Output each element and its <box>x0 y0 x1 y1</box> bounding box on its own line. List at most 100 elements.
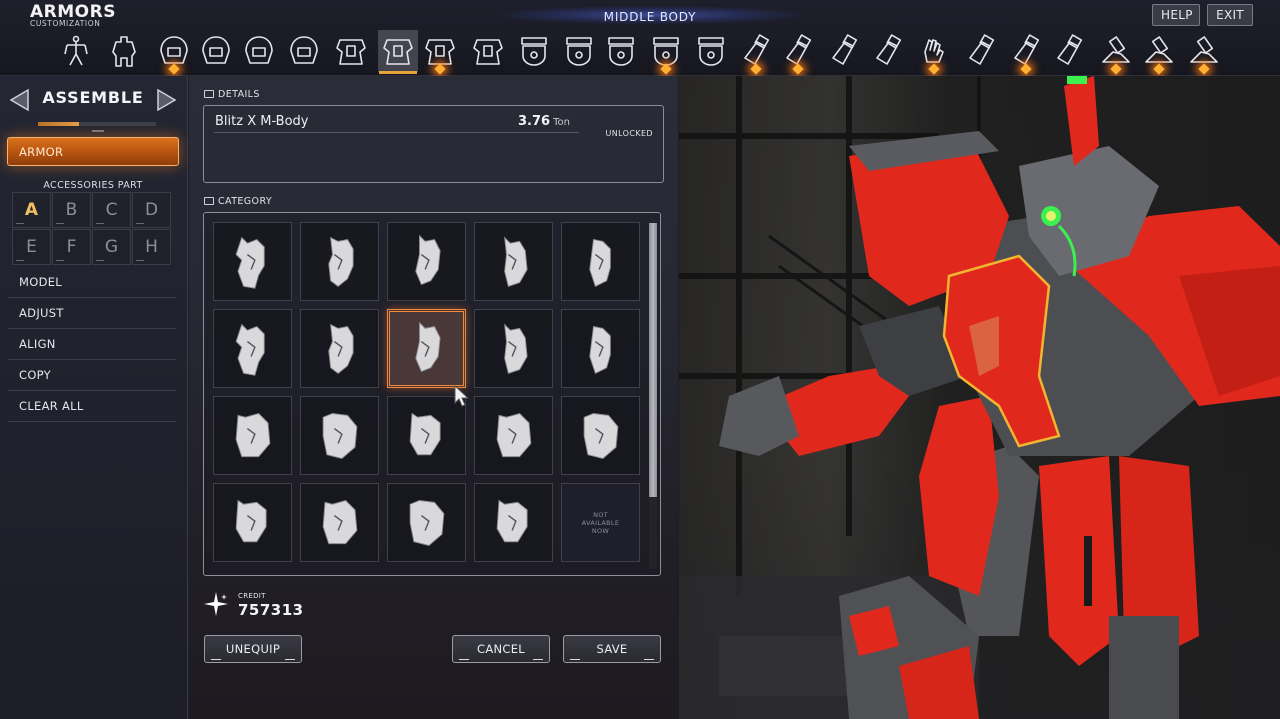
menu-item-align[interactable]: ALIGN <box>8 330 176 360</box>
accessory-letter: F <box>66 237 77 257</box>
armor-option[interactable] <box>213 222 292 301</box>
unavailable-label: NOT AVAILABLE NOW <box>581 510 620 535</box>
part-slot-waist-right[interactable] <box>646 30 686 72</box>
part-slot-upper-arm[interactable] <box>778 30 818 72</box>
accessory-letter: G <box>104 237 119 257</box>
accessory-slot-d[interactable]: D <box>132 192 171 228</box>
scrollbar-thumb[interactable] <box>649 223 657 497</box>
save-button[interactable]: SAVE <box>563 635 661 663</box>
cancel-label: CANCEL <box>476 642 525 656</box>
part-slot-middle-body[interactable] <box>378 30 418 74</box>
armor-option[interactable] <box>300 309 379 388</box>
equipped-marker-icon <box>792 64 804 74</box>
part-slot-shin[interactable] <box>1049 30 1089 72</box>
menu-item-clear-all[interactable]: CLEAR ALL <box>8 392 176 422</box>
armor-tab-button[interactable]: ARMOR <box>7 137 179 166</box>
forearm-icon <box>876 34 902 65</box>
menu-item-adjust[interactable]: ADJUST <box>8 299 176 329</box>
armor-piece-icon <box>235 412 270 457</box>
mode-label: ASSEMBLE <box>42 88 144 107</box>
armor-piece-icon <box>588 325 611 374</box>
cancel-button[interactable]: CANCEL <box>452 635 550 663</box>
part-slot-upper-body[interactable] <box>331 30 371 72</box>
mouse-cursor-icon <box>454 385 470 407</box>
armor-option[interactable] <box>213 483 292 562</box>
armor-option[interactable] <box>213 309 292 388</box>
part-slot-toe[interactable] <box>1184 30 1224 72</box>
upper-body-icon <box>336 39 366 65</box>
armor-piece-icon <box>588 238 611 287</box>
part-slot-shoulder[interactable] <box>736 30 776 72</box>
armor-piece-icon <box>327 323 354 374</box>
part-slot-waist-center[interactable] <box>601 30 641 72</box>
part-slot-forearm[interactable] <box>868 30 908 72</box>
part-slot-hand[interactable] <box>914 30 954 72</box>
menu-item-copy[interactable]: COPY <box>8 361 176 391</box>
mode-progress-bar <box>38 122 156 126</box>
armor-option[interactable] <box>474 309 553 388</box>
armor-option[interactable] <box>213 396 292 475</box>
accessory-letter: B <box>65 200 78 220</box>
accessory-slot-g[interactable]: G <box>92 229 131 265</box>
armor-piece-icon <box>503 235 528 287</box>
part-slot-neck[interactable] <box>284 30 324 72</box>
exit-button[interactable]: EXIT <box>1207 4 1253 26</box>
armor-option[interactable] <box>387 396 466 475</box>
part-slot-ankle[interactable] <box>1096 30 1136 72</box>
part-slot-foot[interactable] <box>1139 30 1179 72</box>
armor-piece-icon <box>327 236 354 287</box>
armor-option[interactable] <box>474 396 553 475</box>
category-scrollbar[interactable] <box>649 219 657 569</box>
hip-icon <box>698 37 724 66</box>
part-slot-head-mask[interactable] <box>239 30 279 72</box>
accessory-slot-f[interactable]: F <box>52 229 91 265</box>
accessory-slot-a[interactable]: A <box>12 192 51 228</box>
top-bar: ARMORS CUSTOMIZATION MIDDLE BODY HELP EX… <box>0 0 1280 76</box>
accessories-title: ACCESSORIES PART <box>43 180 143 191</box>
part-slot-waist[interactable] <box>514 30 554 72</box>
armor-option[interactable] <box>300 222 379 301</box>
accessory-slot-b[interactable]: B <box>52 192 91 228</box>
armor-option[interactable] <box>300 483 379 562</box>
unequip-button[interactable]: UNEQUIP <box>204 635 302 663</box>
part-slot-thigh[interactable] <box>961 30 1001 72</box>
accessory-letter: A <box>24 200 39 220</box>
menu-item-model[interactable]: MODEL <box>8 268 176 298</box>
part-slot-hip[interactable] <box>691 30 731 72</box>
armor-option[interactable] <box>561 309 640 388</box>
accessory-slot-e[interactable]: E <box>12 229 51 265</box>
next-mode-button[interactable] <box>154 88 178 112</box>
previous-mode-button[interactable] <box>8 88 32 112</box>
accessory-slot-c[interactable]: C <box>92 192 131 228</box>
armor-option[interactable] <box>474 222 553 301</box>
menu-item-label: CLEAR ALL <box>19 399 84 413</box>
middle-body-icon <box>383 39 413 65</box>
armor-option[interactable] <box>561 222 640 301</box>
armor-option[interactable] <box>300 396 379 475</box>
mode-progress-fill <box>38 122 80 126</box>
part-slot-waist-left[interactable] <box>559 30 599 72</box>
thigh-icon <box>969 34 995 65</box>
mech-3d-preview[interactable] <box>679 76 1280 719</box>
armor-option[interactable] <box>474 483 553 562</box>
armor-option[interactable] <box>387 309 466 388</box>
help-button[interactable]: HELP <box>1152 4 1200 26</box>
menu-item-label: COPY <box>19 368 51 382</box>
armor-option-unavailable[interactable]: NOT AVAILABLE NOW <box>561 483 640 562</box>
part-slot-chest-core[interactable] <box>420 30 460 72</box>
part-slot-helmet[interactable] <box>154 30 194 72</box>
armor-option[interactable] <box>387 483 466 562</box>
part-selection-panel: DETAILS Blitz X M-Body 3.76 Ton UNLOCKED … <box>189 76 678 719</box>
category-heading: CATEGORY <box>218 196 273 207</box>
armor-option[interactable] <box>387 222 466 301</box>
part-slot-back-plate[interactable] <box>468 30 508 72</box>
mech-render <box>679 76 1280 719</box>
part-slot-full-body[interactable] <box>104 30 144 72</box>
part-slot-elbow[interactable] <box>824 30 864 72</box>
part-slot-skeleton[interactable] <box>56 30 96 72</box>
part-slot-knee[interactable] <box>1006 30 1046 72</box>
head-mask-icon <box>245 36 273 64</box>
part-slot-head-visor[interactable] <box>196 30 236 72</box>
accessory-slot-h[interactable]: H <box>132 229 171 265</box>
armor-option[interactable] <box>561 396 640 475</box>
